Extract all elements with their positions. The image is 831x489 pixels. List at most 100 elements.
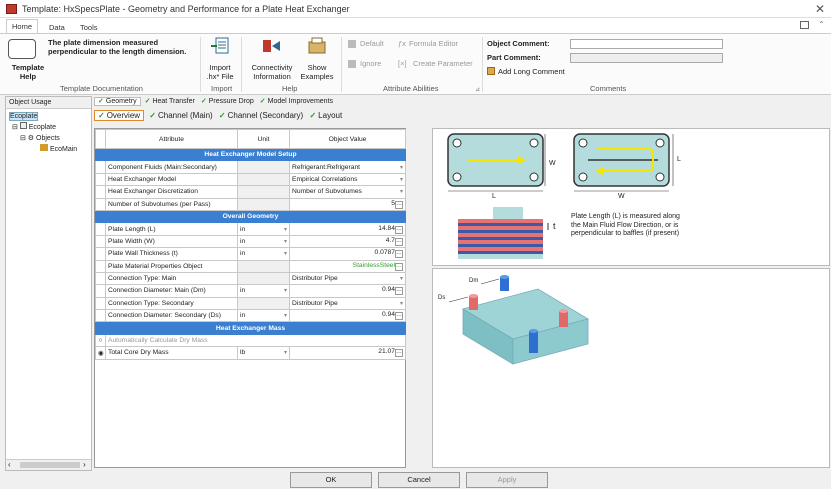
template-help-button[interactable]: Template Help bbox=[8, 63, 48, 81]
value-field[interactable]: … 5 bbox=[289, 197, 406, 211]
ellipsis-button: … bbox=[395, 225, 403, 234]
formula-editor-icon: ƒx bbox=[398, 39, 406, 48]
unit-dropdown[interactable]: in ▾ bbox=[237, 309, 290, 323]
value-field[interactable]: … 0.94 bbox=[289, 309, 406, 323]
ribbon: The plate dimension measured perpendicul… bbox=[0, 33, 831, 95]
value-dropdown[interactable]: Distributor Pipe ▾ bbox=[289, 271, 406, 286]
import-button[interactable]: Import .hx* File bbox=[203, 63, 237, 81]
formula-editor-button[interactable]: Formula Editor bbox=[409, 39, 458, 48]
value-dropdown[interactable]: Refrigerant:Refrigerant ▾ bbox=[289, 160, 406, 174]
grid-header-row: Attribute Unit Object Value bbox=[95, 129, 406, 149]
cancel-button[interactable]: Cancel bbox=[378, 472, 460, 488]
value-field[interactable]: … StainlessSteel bbox=[289, 259, 406, 273]
unit-dropdown[interactable]: in ▾ bbox=[237, 222, 290, 236]
app-icon bbox=[6, 4, 17, 14]
unit-cell bbox=[237, 160, 290, 174]
divider bbox=[341, 37, 342, 92]
tab-layout[interactable]: ✓ Layout bbox=[309, 111, 342, 120]
scroll-thumb[interactable] bbox=[20, 462, 80, 468]
restore-icon[interactable] bbox=[800, 21, 809, 29]
table-row: Plate Width (W) in ▾… 4.7 bbox=[95, 234, 406, 249]
ellipsis-button: … bbox=[395, 237, 403, 246]
value-dropdown[interactable]: Number of Subvolumes ▾ bbox=[289, 185, 406, 199]
title-bar: Template: HxSpecsPlate - Geometry and Pe… bbox=[0, 0, 831, 18]
ellipsis-button: … bbox=[395, 349, 403, 358]
radio-total-mass[interactable]: ◉ bbox=[95, 346, 106, 360]
attribute-name: Plate Length (L) bbox=[105, 222, 238, 236]
ignore-button[interactable]: Ignore bbox=[360, 59, 381, 68]
divider bbox=[482, 37, 483, 92]
tab-heat-transfer[interactable]: ✓ Heat Transfer bbox=[145, 98, 195, 105]
unit-dropdown[interactable]: in ▾ bbox=[237, 234, 290, 249]
scroll-left-icon[interactable]: ‹ bbox=[8, 460, 11, 469]
window-title: Template: HxSpecsPlate - Geometry and Pe… bbox=[22, 4, 350, 14]
tab-geometry[interactable]: ✓ Geometry bbox=[94, 97, 141, 106]
long-comment-icon bbox=[487, 67, 495, 75]
create-parameter-button[interactable]: Create Parameter bbox=[413, 59, 473, 68]
value-field[interactable]: … 0.0787 bbox=[289, 247, 406, 261]
close-icon[interactable]: ✕ bbox=[815, 2, 825, 16]
table-row: Connection Type: Main Distributor Pipe ▾ bbox=[95, 271, 406, 286]
value-field[interactable]: … 21.07 bbox=[289, 346, 406, 360]
show-examples-icon[interactable] bbox=[307, 37, 327, 55]
apply-button[interactable]: Apply bbox=[466, 472, 548, 488]
ok-button[interactable]: OK bbox=[290, 472, 372, 488]
tree-item-ecoplate[interactable]: ⊟ Ecoplate bbox=[6, 122, 91, 133]
connectivity-button[interactable]: Connectivity Information bbox=[248, 63, 296, 81]
unit-dropdown[interactable]: in ▾ bbox=[237, 284, 290, 298]
ellipsis-button: … bbox=[395, 312, 403, 321]
tab-channel-main[interactable]: ✓ Channel (Main) bbox=[149, 111, 212, 120]
table-row: Heat Exchanger Discretization Number of S… bbox=[95, 185, 406, 199]
value-field[interactable]: … 14.84 bbox=[289, 222, 406, 236]
width-label-bottom: W bbox=[618, 193, 625, 200]
chevron-down-icon: ▾ bbox=[399, 176, 403, 183]
table-row: ○ Automatically Calculate Dry Mass bbox=[95, 333, 406, 348]
tab-model-improvements[interactable]: ✓ Model Improvements bbox=[260, 98, 333, 105]
divider bbox=[241, 37, 242, 92]
radio-auto-calc[interactable]: ○ bbox=[95, 333, 106, 348]
tree-item-ecomain[interactable]: EcoMain bbox=[6, 144, 91, 155]
tab-overview[interactable]: ✓ Overview bbox=[94, 110, 145, 121]
show-examples-button[interactable]: Show Examples bbox=[298, 63, 336, 81]
attribute-name: Connection Type: Secondary bbox=[105, 296, 238, 311]
value-dropdown[interactable]: Distributor Pipe ▾ bbox=[289, 296, 406, 311]
collapse-ribbon-icon[interactable]: ⌃ bbox=[818, 20, 825, 29]
tab-channel-secondary[interactable]: ✓ Channel (Secondary) bbox=[219, 111, 303, 120]
add-long-comment-button[interactable]: Add Long Comment bbox=[498, 67, 565, 76]
default-button[interactable]: Default bbox=[360, 39, 384, 48]
ellipsis-button: … bbox=[395, 262, 403, 271]
import-icon[interactable] bbox=[210, 37, 230, 55]
dialog-launcher-icon[interactable]: ⊿ bbox=[475, 86, 480, 93]
part-comment-field[interactable] bbox=[570, 53, 723, 63]
attribute-name: Component Fluids (Main:Secondary) bbox=[105, 160, 238, 174]
grid-empty-area bbox=[95, 359, 405, 454]
table-row: Component Fluids (Main:Secondary) Refrige… bbox=[95, 160, 406, 174]
scroll-right-icon[interactable]: › bbox=[83, 460, 86, 469]
unit-dropdown[interactable]: lb ▾ bbox=[237, 346, 290, 360]
value-field[interactable]: … 4.7 bbox=[289, 234, 406, 249]
attribute-name: Heat Exchanger Discretization bbox=[105, 185, 238, 199]
tab-home[interactable]: Home bbox=[6, 19, 39, 34]
unit-dropdown[interactable]: in ▾ bbox=[237, 247, 290, 261]
table-row: Connection Diameter: Main (Dm) in ▾… 0.94 bbox=[95, 284, 406, 298]
tree-item-objects[interactable]: ⊟ ⚙ Objects bbox=[6, 133, 91, 144]
unit-cell bbox=[237, 271, 290, 286]
horizontal-scrollbar[interactable]: ‹ › bbox=[6, 459, 91, 470]
ecoplate-icon bbox=[19, 122, 27, 129]
length-label: L bbox=[492, 193, 496, 200]
value-field[interactable]: … 0.94 bbox=[289, 284, 406, 298]
ds-label: Ds bbox=[438, 295, 446, 301]
value-dropdown[interactable]: Empirical Correlations ▾ bbox=[289, 172, 406, 187]
ellipsis-button: … bbox=[395, 250, 403, 259]
row-selector-header bbox=[95, 129, 106, 149]
attribute-name: Connection Type: Main bbox=[105, 271, 238, 286]
plate-length-note: Plate Length (L) is measured along the M… bbox=[571, 213, 680, 237]
connectivity-icon[interactable] bbox=[262, 37, 282, 55]
tree-item-ecoplate-root[interactable]: Ecoplate bbox=[9, 112, 39, 121]
template-help-icon[interactable] bbox=[8, 39, 36, 59]
column-header-unit: Unit bbox=[237, 129, 290, 149]
section-header: Overall Geometry bbox=[95, 209, 406, 224]
unit-cell bbox=[237, 296, 290, 311]
object-comment-field[interactable] bbox=[570, 39, 723, 49]
tab-pressure-drop[interactable]: ✓ Pressure Drop bbox=[201, 98, 254, 105]
